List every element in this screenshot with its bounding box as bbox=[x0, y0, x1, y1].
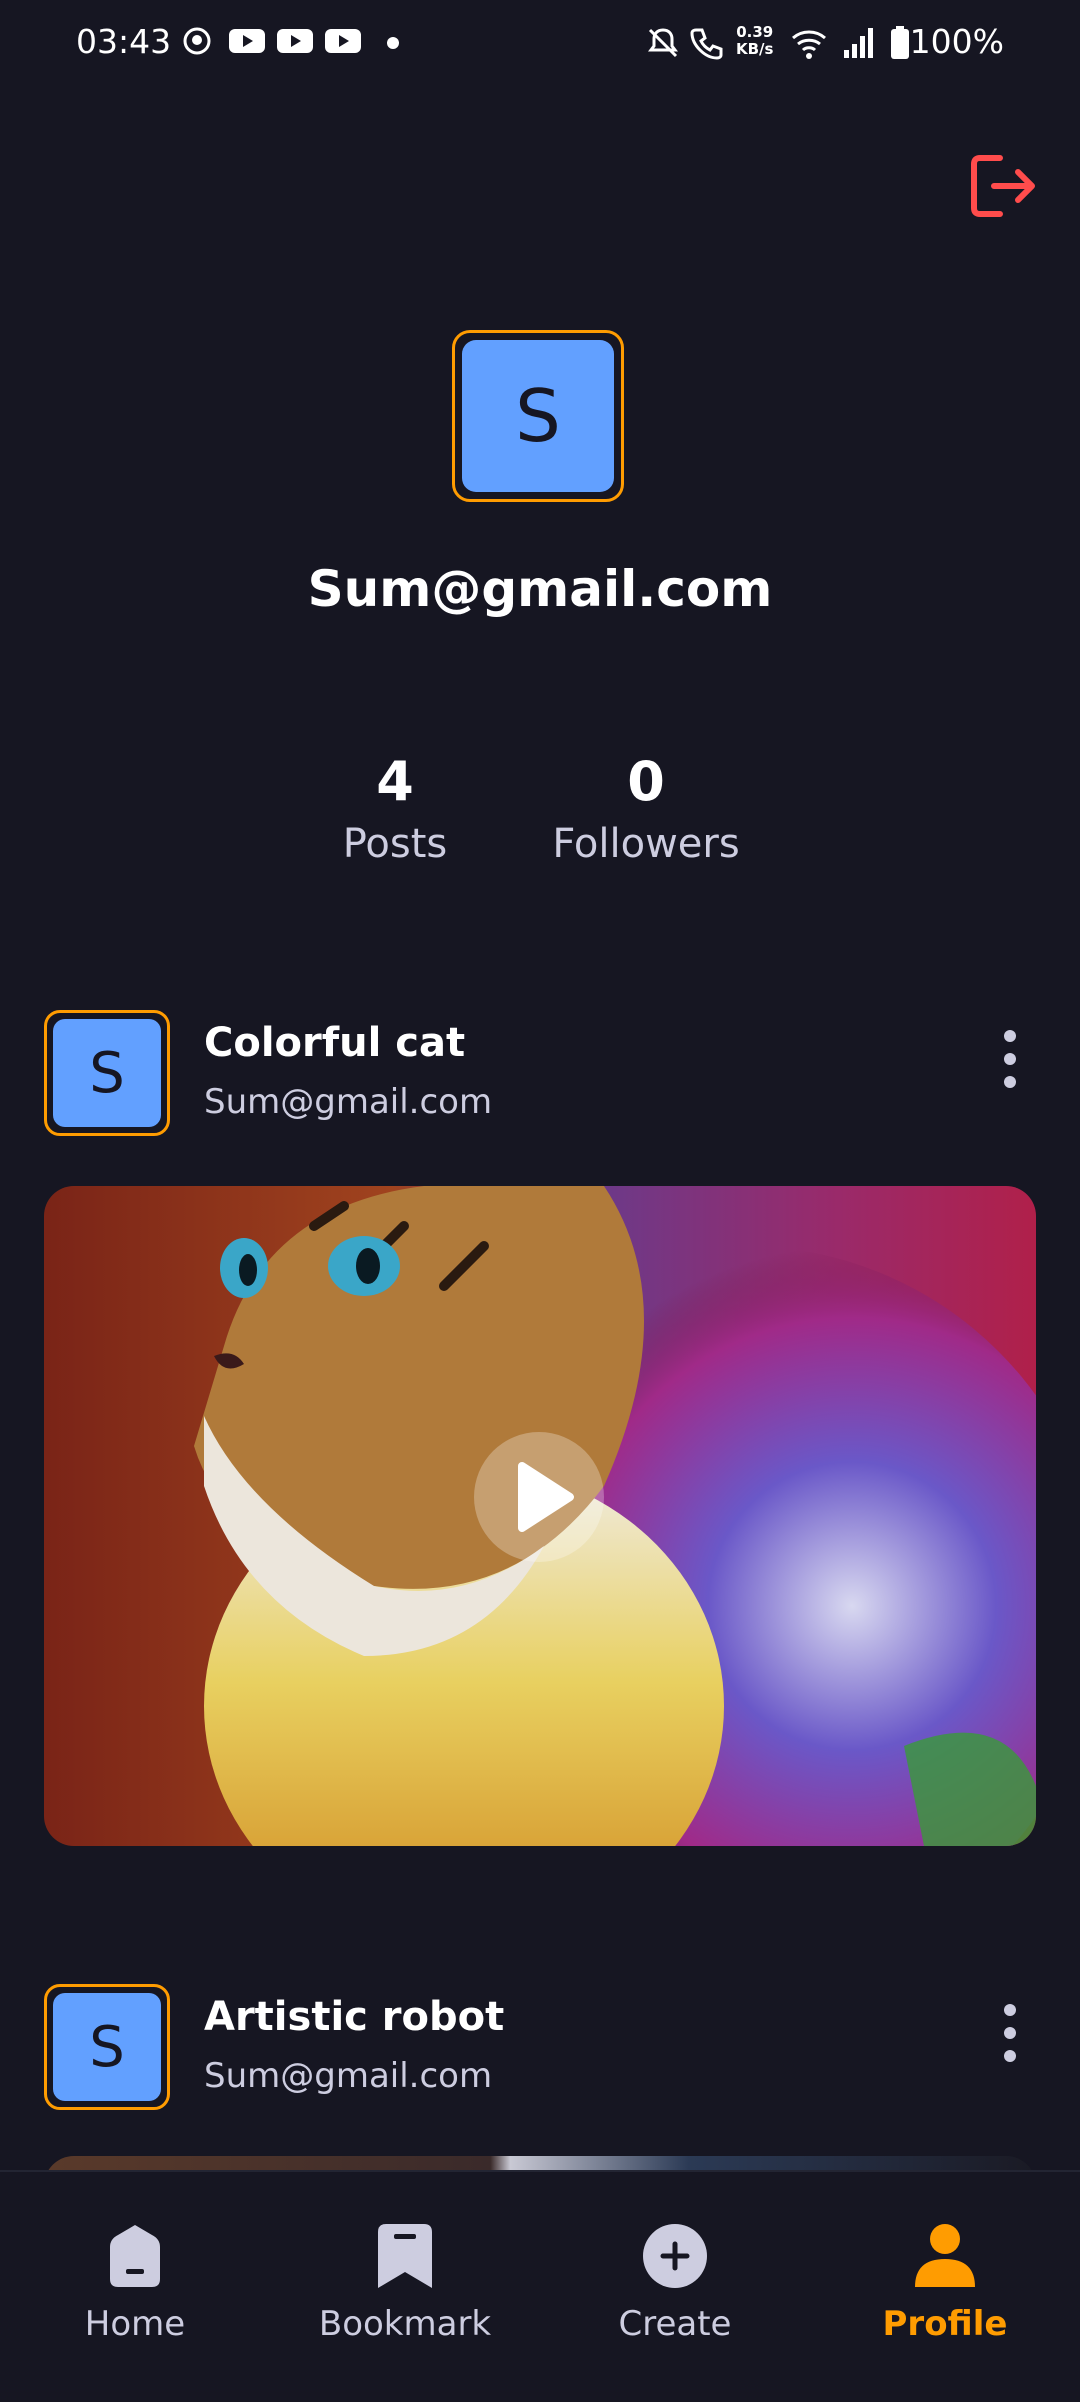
dot bbox=[1004, 1053, 1016, 1065]
battery-icon bbox=[891, 26, 909, 59]
wifi-icon bbox=[792, 30, 826, 59]
nav-bookmark[interactable]: Bookmark bbox=[270, 2172, 540, 2402]
post-avatar-letter: S bbox=[53, 1993, 161, 2101]
plus-circle-icon bbox=[643, 2224, 707, 2288]
youtube-notification-icon bbox=[325, 29, 361, 53]
dot bbox=[1004, 1030, 1016, 1042]
profile-avatar-letter: S bbox=[462, 340, 614, 492]
nav-home[interactable]: Home bbox=[0, 2172, 270, 2402]
followers-label: Followers bbox=[552, 821, 740, 867]
post-title: Artistic robot bbox=[204, 1994, 505, 2040]
posts-count: 4 bbox=[376, 750, 414, 813]
nav-create[interactable]: Create bbox=[540, 2172, 810, 2402]
post-author: Sum@gmail.com bbox=[204, 2056, 493, 2096]
dot bbox=[1004, 2050, 1016, 2062]
bookmark-icon bbox=[378, 2224, 432, 2288]
bottom-navigation: Home Bookmark Create Profile bbox=[0, 2170, 1080, 2402]
dot bbox=[1004, 2027, 1016, 2039]
network-speed: 0.39 KB/s bbox=[736, 23, 774, 58]
youtube-notification-icon bbox=[277, 29, 313, 53]
play-icon bbox=[518, 1462, 574, 1532]
youtube-notification-icon bbox=[229, 29, 265, 53]
followers-stat: 0 Followers bbox=[546, 750, 746, 867]
dot bbox=[1004, 2004, 1016, 2016]
home-icon bbox=[110, 2225, 160, 2287]
status-time: 03:43 bbox=[76, 22, 172, 61]
nav-bookmark-label: Bookmark bbox=[318, 2304, 492, 2344]
posts-stat: 4 Posts bbox=[295, 750, 495, 867]
posts-label: Posts bbox=[342, 821, 448, 867]
post-avatar: S bbox=[44, 1984, 170, 2110]
followers-count: 0 bbox=[627, 750, 665, 813]
dot bbox=[1004, 1076, 1016, 1088]
profile-email: Sum@gmail.com bbox=[307, 560, 773, 618]
nav-profile-label: Profile bbox=[882, 2304, 1008, 2344]
post-menu-button[interactable] bbox=[995, 2004, 1025, 2074]
cellular-signal-icon bbox=[844, 28, 873, 58]
more-notifications-dot-icon bbox=[387, 37, 399, 49]
status-bar: 03:43 0.39 KB/s 100% bbox=[0, 0, 1080, 88]
nav-create-label: Create bbox=[618, 2304, 732, 2344]
profile-icon bbox=[915, 2224, 975, 2287]
logout-icon[interactable] bbox=[966, 150, 1038, 222]
nav-profile[interactable]: Profile bbox=[810, 2172, 1080, 2402]
post-title: Colorful cat bbox=[204, 1020, 466, 1066]
call-icon bbox=[690, 28, 723, 60]
post-avatar: S bbox=[44, 1010, 170, 1136]
post-author: Sum@gmail.com bbox=[204, 1082, 493, 1122]
app-notification-icon bbox=[183, 27, 211, 55]
mute-bell-icon bbox=[648, 28, 678, 58]
battery-percentage: 100% bbox=[909, 22, 1004, 61]
nav-home-label: Home bbox=[84, 2304, 186, 2344]
profile-avatar: S bbox=[452, 330, 624, 502]
post-menu-button[interactable] bbox=[995, 1030, 1025, 1100]
post-avatar-letter: S bbox=[53, 1019, 161, 1127]
play-button[interactable] bbox=[474, 1432, 604, 1562]
